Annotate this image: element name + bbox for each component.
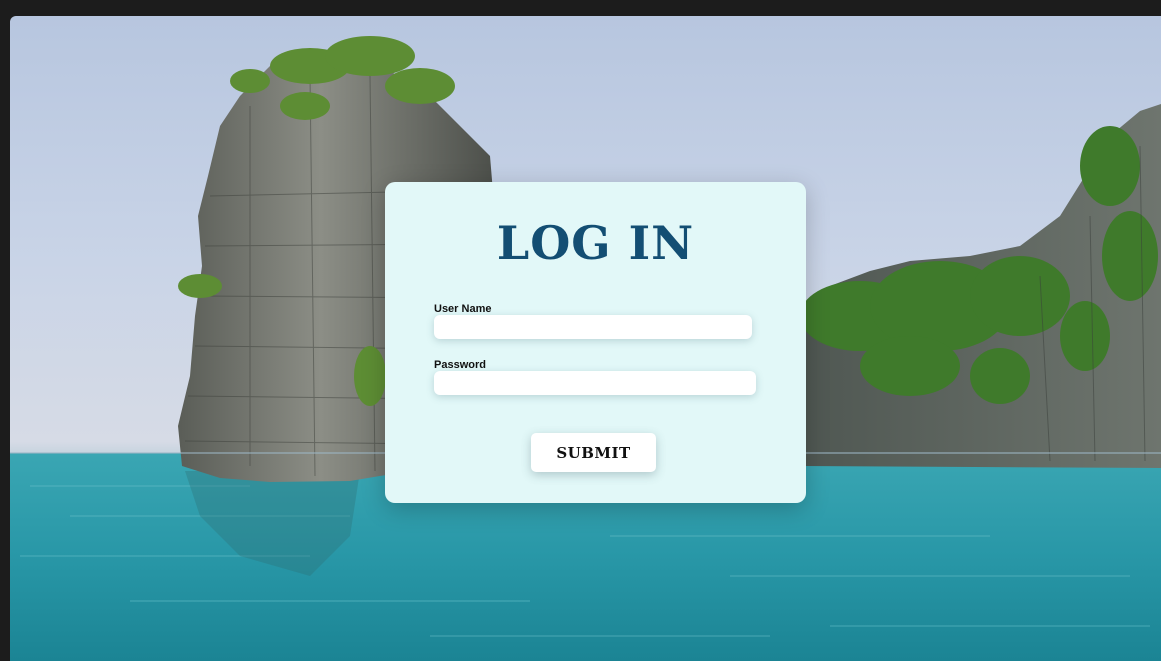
password-label: Password bbox=[434, 359, 486, 371]
submit-button[interactable]: SUBMIT bbox=[531, 433, 656, 472]
username-input[interactable] bbox=[434, 315, 752, 339]
login-page: LOG IN User Name Password SUBMIT bbox=[10, 16, 1161, 661]
login-card: LOG IN User Name Password SUBMIT bbox=[385, 182, 806, 503]
window-frame: LOG IN User Name Password SUBMIT bbox=[0, 0, 1161, 661]
login-title: LOG IN bbox=[496, 216, 695, 270]
username-label: User Name bbox=[434, 303, 492, 315]
password-input[interactable] bbox=[434, 371, 756, 395]
